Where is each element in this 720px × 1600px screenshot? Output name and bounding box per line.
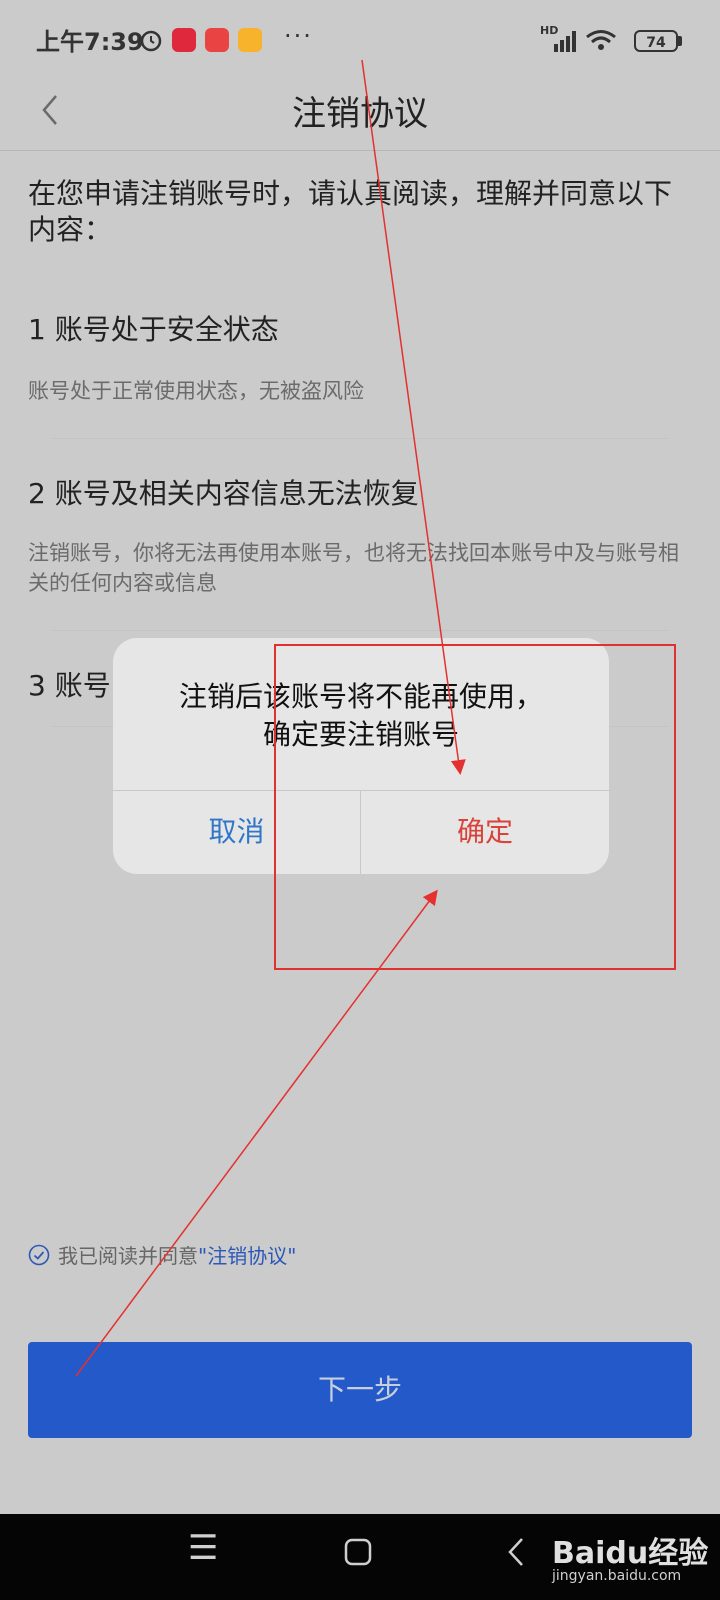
annotation-arrow-up [75, 889, 438, 1377]
back-nav-icon[interactable] [504, 1536, 528, 1568]
annotation-arrows [75, 59, 466, 1377]
menu-icon[interactable]: ☰ [188, 1528, 218, 1568]
baidu-watermark: Baidu经验 [552, 1536, 709, 1571]
home-icon[interactable] [344, 1538, 372, 1566]
baidu-watermark-url: jingyan.baidu.com [552, 1568, 682, 1584]
annotation-arrow-down [361, 59, 466, 775]
